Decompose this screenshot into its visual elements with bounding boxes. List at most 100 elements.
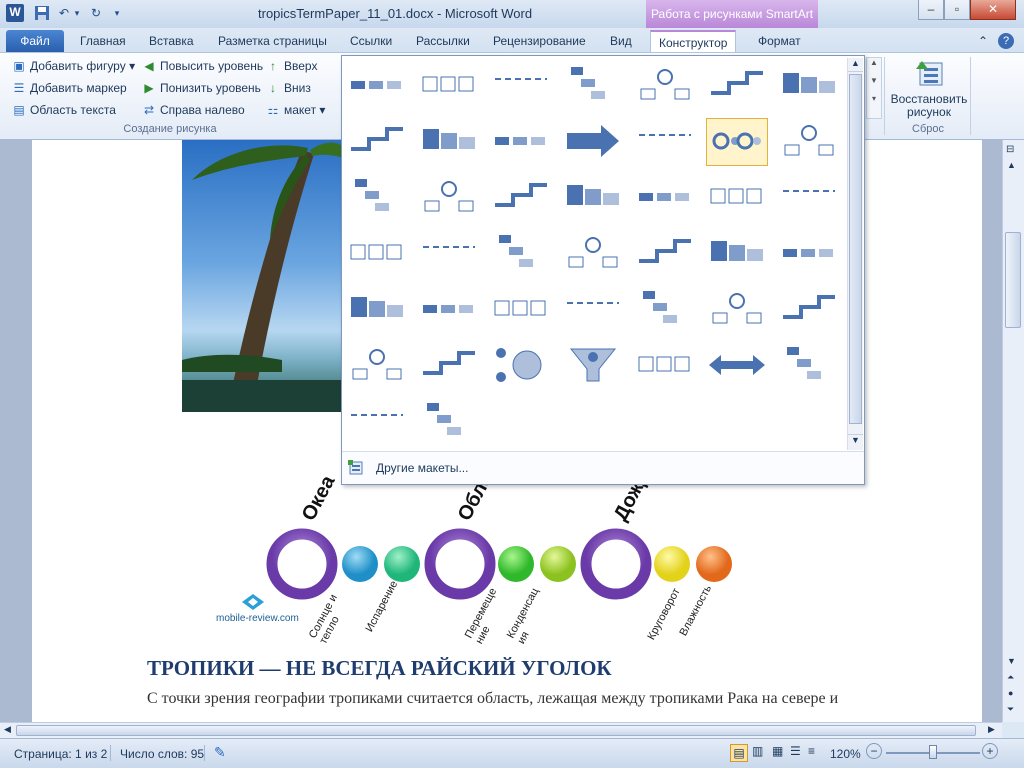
layout-thumbnail[interactable] bbox=[490, 62, 552, 110]
layout-thumbnail[interactable] bbox=[706, 118, 768, 166]
layout-thumbnail[interactable] bbox=[490, 230, 552, 278]
gallery-side-scroll[interactable]: ▲ ▼ ▾ bbox=[866, 57, 882, 119]
layout-thumbnail[interactable] bbox=[634, 230, 696, 278]
layout-thumbnail[interactable] bbox=[634, 342, 696, 390]
undo-dropdown-icon[interactable]: ▾ bbox=[72, 5, 82, 21]
more-layouts-link[interactable]: Другие макеты... bbox=[376, 461, 468, 475]
layout-thumbnail[interactable] bbox=[346, 62, 408, 110]
layout-thumbnail[interactable] bbox=[778, 118, 840, 166]
layout-thumbnail[interactable] bbox=[418, 62, 480, 110]
section-heading[interactable]: ТРОПИКИ — НЕ ВСЕГДА РАЙСКИЙ УГОЛОК bbox=[147, 656, 612, 681]
layout-thumbnail[interactable] bbox=[490, 286, 552, 334]
outline-view-icon[interactable]: ☰ bbox=[790, 744, 801, 758]
promote-button[interactable]: ◀ Повысить уровень bbox=[142, 56, 263, 76]
layout-thumbnail[interactable] bbox=[562, 230, 624, 278]
tab-insert[interactable]: Вставка bbox=[141, 30, 202, 52]
layout-thumbnail[interactable] bbox=[562, 342, 624, 390]
word-count[interactable]: Число слов: 95 bbox=[120, 747, 204, 761]
scroll-left-icon[interactable]: ◀ bbox=[4, 724, 11, 735]
word-icon[interactable]: W bbox=[6, 4, 24, 22]
save-icon[interactable] bbox=[34, 5, 50, 21]
customize-qat-icon[interactable]: ▾ bbox=[112, 5, 122, 21]
zoom-level[interactable]: 120% bbox=[830, 747, 861, 761]
layout-thumbnail[interactable] bbox=[346, 118, 408, 166]
layout-thumbnail[interactable] bbox=[490, 118, 552, 166]
tab-review[interactable]: Рецензирование bbox=[485, 30, 594, 52]
tab-home[interactable]: Главная bbox=[72, 30, 134, 52]
layout-thumbnail[interactable] bbox=[418, 342, 480, 390]
minimize-button[interactable]: – bbox=[918, 0, 944, 20]
scroll-up-arrow-icon[interactable]: ▲ bbox=[1007, 160, 1016, 170]
layout-thumbnail[interactable] bbox=[346, 398, 408, 446]
redo-icon[interactable]: ↻ bbox=[88, 5, 104, 21]
layout-thumbnail[interactable] bbox=[418, 286, 480, 334]
layout-thumbnail[interactable] bbox=[778, 230, 840, 278]
next-page-icon[interactable]: ⏷ bbox=[1007, 704, 1014, 715]
vertical-scrollbar[interactable]: ⊟ ▲ ▼ ⏶ ● ⏷ bbox=[1002, 140, 1024, 722]
tab-format[interactable]: Формат bbox=[750, 30, 809, 52]
layout-thumbnail[interactable] bbox=[634, 118, 696, 166]
layout-thumbnail[interactable] bbox=[562, 118, 624, 166]
reset-graphic-button[interactable]: Восстановить рисунок bbox=[890, 55, 968, 121]
layout-thumbnail[interactable] bbox=[490, 342, 552, 390]
layout-gallery[interactable]: ▲ ▼ Другие макеты... bbox=[341, 55, 865, 485]
layout-thumbnail[interactable] bbox=[778, 342, 840, 390]
layout-thumbnail[interactable] bbox=[418, 230, 480, 278]
layout-thumbnail[interactable] bbox=[418, 118, 480, 166]
layout-thumbnail[interactable] bbox=[562, 62, 624, 110]
page-indicator[interactable]: Страница: 1 из 2 bbox=[14, 747, 107, 761]
body-paragraph[interactable]: С точки зрения географии тропиками счита… bbox=[147, 690, 838, 708]
vertical-scroll-thumb[interactable] bbox=[1005, 232, 1021, 328]
maximize-button[interactable]: ▫ bbox=[944, 0, 970, 20]
prev-page-icon[interactable]: ⏶ bbox=[1007, 672, 1014, 683]
right-to-left-button[interactable]: ⇄ Справа налево bbox=[142, 100, 245, 120]
layout-thumbnail[interactable] bbox=[562, 174, 624, 222]
gallery-scroll-thumb[interactable] bbox=[849, 74, 862, 424]
draft-view-icon[interactable]: ≡ bbox=[808, 744, 815, 758]
layout-thumbnail[interactable] bbox=[634, 174, 696, 222]
tab-mailings[interactable]: Рассылки bbox=[408, 30, 478, 52]
tropical-photo[interactable] bbox=[182, 140, 350, 412]
layout-thumbnail[interactable] bbox=[634, 286, 696, 334]
horizontal-scrollbar[interactable]: ◀ ▶ bbox=[0, 722, 1002, 738]
layout-thumbnail[interactable] bbox=[778, 286, 840, 334]
scroll-down-arrow-icon[interactable]: ▼ bbox=[1007, 656, 1016, 666]
horizontal-scroll-thumb[interactable] bbox=[16, 725, 976, 736]
tab-page-layout[interactable]: Разметка страницы bbox=[210, 30, 335, 52]
layout-thumbnail[interactable] bbox=[706, 174, 768, 222]
ruler-toggle-icon[interactable]: ⊟ bbox=[1006, 144, 1014, 155]
layout-button[interactable]: ⚏ макет ▾ bbox=[266, 100, 326, 120]
layout-thumbnail[interactable] bbox=[562, 286, 624, 334]
zoom-in-icon[interactable]: + bbox=[982, 743, 998, 759]
zoom-out-icon[interactable]: − bbox=[866, 743, 882, 759]
tab-constructor[interactable]: Конструктор bbox=[650, 30, 737, 52]
layout-thumbnail[interactable] bbox=[346, 230, 408, 278]
scroll-up-icon[interactable]: ▲ bbox=[848, 58, 863, 72]
layout-thumbnail[interactable] bbox=[778, 174, 840, 222]
collapse-ribbon-icon[interactable]: ⌃ bbox=[978, 30, 988, 52]
full-screen-reading-icon[interactable]: ▥ bbox=[752, 744, 763, 758]
browse-object-icon[interactable]: ● bbox=[1008, 688, 1013, 698]
scroll-right-icon[interactable]: ▶ bbox=[988, 724, 995, 735]
layout-thumbnail[interactable] bbox=[346, 286, 408, 334]
close-button[interactable]: ✕ bbox=[970, 0, 1016, 20]
layout-thumbnail[interactable] bbox=[418, 174, 480, 222]
tab-references[interactable]: Ссылки bbox=[342, 30, 400, 52]
move-up-button[interactable]: ↑ Вверх bbox=[266, 56, 317, 76]
move-down-button[interactable]: ↓ Вниз bbox=[266, 78, 311, 98]
text-pane-button[interactable]: ▤ Область текста bbox=[12, 100, 116, 120]
tab-view[interactable]: Вид bbox=[602, 30, 640, 52]
tab-file[interactable]: Файл bbox=[6, 30, 64, 52]
print-layout-icon[interactable]: ▤ bbox=[730, 744, 748, 762]
layout-thumbnail[interactable] bbox=[490, 174, 552, 222]
layout-thumbnail[interactable] bbox=[778, 62, 840, 110]
scroll-down-icon[interactable]: ▼ bbox=[848, 434, 863, 448]
add-bullet-button[interactable]: ☰ Добавить маркер bbox=[12, 78, 127, 98]
layout-thumbnail[interactable] bbox=[418, 398, 480, 446]
add-shape-button[interactable]: ▣ Добавить фигуру ▾ bbox=[12, 56, 135, 76]
help-icon[interactable]: ? bbox=[998, 33, 1014, 49]
layout-thumbnail[interactable] bbox=[706, 230, 768, 278]
layout-thumbnail[interactable] bbox=[706, 342, 768, 390]
spellcheck-icon[interactable]: ✎ bbox=[214, 744, 226, 761]
web-layout-icon[interactable]: ▦ bbox=[772, 744, 783, 758]
